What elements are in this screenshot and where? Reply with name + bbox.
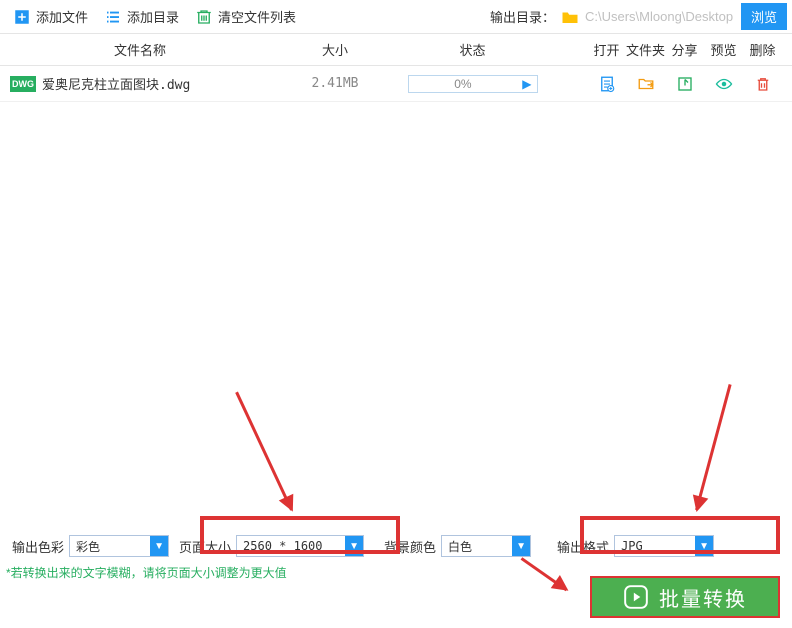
- browse-button[interactable]: 浏览: [741, 3, 787, 30]
- annotation-arrow-page: [235, 392, 293, 511]
- header-open: 打开: [587, 40, 626, 59]
- header-preview: 预览: [704, 40, 743, 59]
- bg-select[interactable]: 白色 ▼: [441, 535, 531, 557]
- share-button[interactable]: [665, 75, 704, 93]
- output-dir-label: 输出目录：: [490, 7, 555, 26]
- add-folder-label: 添加目录: [127, 7, 179, 26]
- bg-label: 背景颜色: [384, 537, 436, 556]
- format-value: JPG: [615, 539, 649, 553]
- color-label: 输出色彩: [12, 537, 64, 556]
- format-select[interactable]: JPG ▼: [614, 535, 714, 557]
- header-status: 状态: [390, 40, 555, 59]
- chevron-down-icon: ▼: [695, 536, 713, 556]
- bg-value: 白色: [442, 538, 478, 555]
- clear-icon: [195, 8, 213, 26]
- annotation-arrow-format: [695, 384, 732, 510]
- file-name: 爱奥尼克柱立面图块.dwg: [42, 74, 280, 93]
- header-folder: 文件夹: [626, 40, 665, 59]
- chevron-down-icon: ▼: [512, 536, 530, 556]
- color-param: 输出色彩 彩色 ▼: [12, 535, 169, 557]
- table-row: DWG 爱奥尼克柱立面图块.dwg 2.41MB 0% ▶: [0, 66, 792, 102]
- bottom-panel: 输出色彩 彩色 ▼ 页面大小 2560 * 1600 ▼ 背景颜色 白色 ▼: [0, 526, 792, 628]
- output-dir-path: C:\Users\Mloong\Desktop: [585, 9, 735, 24]
- add-file-label: 添加文件: [36, 7, 88, 26]
- header-delete: 删除: [743, 40, 782, 59]
- file-size: 2.41MB: [280, 76, 390, 91]
- format-param: 输出格式 JPG ▼: [557, 535, 714, 557]
- batch-convert-button[interactable]: 批量转换: [590, 576, 780, 618]
- header-share: 分享: [665, 40, 704, 59]
- page-value: 2560 * 1600: [237, 539, 328, 553]
- chevron-down-icon: ▼: [345, 536, 363, 556]
- list-icon: [104, 8, 122, 26]
- clear-list-label: 清空文件列表: [218, 7, 296, 26]
- page-label: 页面大小: [179, 537, 231, 556]
- add-file-icon: [13, 8, 31, 26]
- progress-bar[interactable]: 0% ▶: [408, 75, 538, 93]
- table-header: 文件名称 大小 状态 打开 文件夹 分享 预览 删除: [0, 34, 792, 66]
- clear-list-button[interactable]: 清空文件列表: [187, 3, 304, 30]
- format-label: 输出格式: [557, 537, 609, 556]
- color-value: 彩色: [70, 538, 106, 555]
- add-folder-button[interactable]: 添加目录: [96, 3, 187, 30]
- chevron-down-icon: ▼: [150, 536, 168, 556]
- open-file-button[interactable]: [587, 75, 626, 93]
- play-icon[interactable]: ▶: [517, 77, 536, 91]
- play-circle-icon: [623, 584, 649, 610]
- open-folder-button[interactable]: [626, 75, 665, 93]
- preview-button[interactable]: [704, 75, 743, 93]
- progress-text: 0%: [409, 77, 518, 91]
- header-filename: 文件名称: [0, 40, 280, 59]
- page-select[interactable]: 2560 * 1600 ▼: [236, 535, 364, 557]
- file-badge: DWG: [10, 76, 36, 92]
- bg-param: 背景颜色 白色 ▼: [384, 535, 531, 557]
- folder-icon: [561, 9, 579, 25]
- toolbar: 添加文件 添加目录 清空文件列表 输出目录： C:\Users\Mloong\D…: [0, 0, 792, 34]
- page-param: 页面大小 2560 * 1600 ▼: [179, 535, 364, 557]
- color-select[interactable]: 彩色 ▼: [69, 535, 169, 557]
- delete-button[interactable]: [743, 75, 782, 93]
- convert-label: 批量转换: [659, 583, 747, 612]
- header-size: 大小: [280, 40, 390, 59]
- add-file-button[interactable]: 添加文件: [5, 3, 96, 30]
